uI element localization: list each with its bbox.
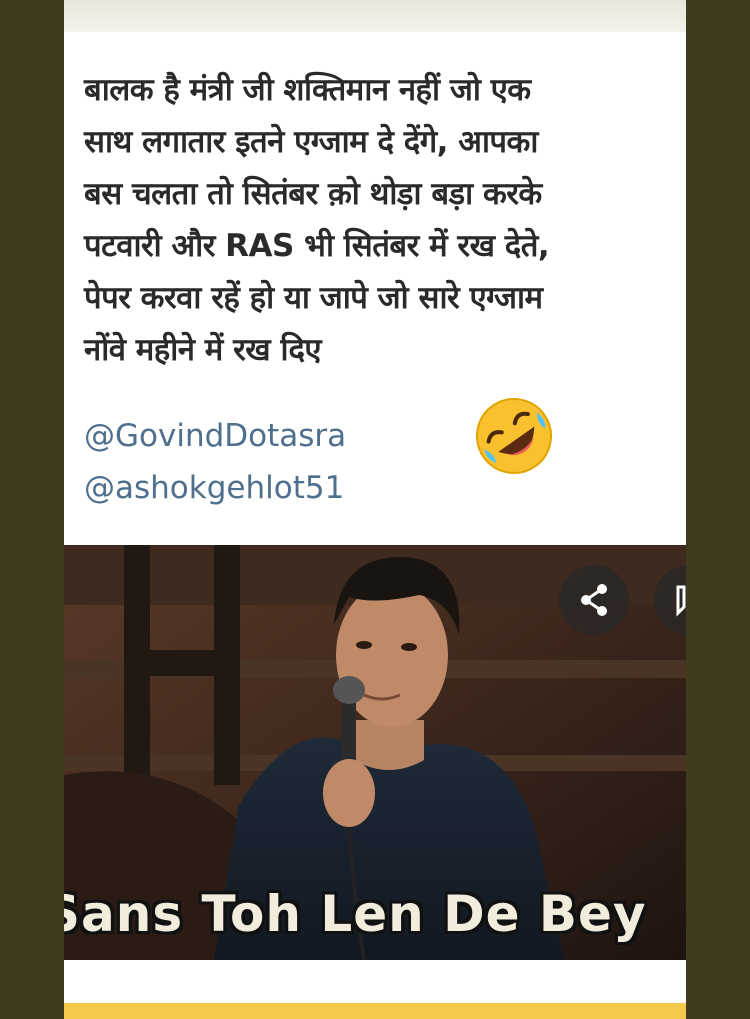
bottom-strip xyxy=(64,1003,686,1019)
rolling-on-floor-laughing-icon xyxy=(476,398,552,474)
post-line: बालक है मंत्री जी शक्तिमान नहीं जो एक xyxy=(84,72,531,108)
post-line: पटवारी और RAS भी सितंबर में रख देते, xyxy=(84,228,550,264)
mention-link[interactable]: @GovindDotasra xyxy=(84,418,346,454)
top-strip xyxy=(64,0,686,32)
post-line: पेपर करवा रहें हो या जापे जो सारे एग्जाम xyxy=(84,280,543,316)
bookmark-button[interactable] xyxy=(654,565,686,635)
post-text: बालक है मंत्री जी शक्तिमान नहीं जो एक सा… xyxy=(84,64,674,376)
mention-link[interactable]: @ashokgehlot51 xyxy=(84,470,344,506)
share-icon xyxy=(581,584,607,616)
right-frame xyxy=(686,0,750,1019)
post-line: साथ लगातार इतने एग्जाम दे देंगे, आपका xyxy=(84,124,538,160)
video-caption: Sans Toh Len De Bey xyxy=(64,885,647,943)
left-frame xyxy=(0,0,64,1019)
video-frame[interactable]: Sans Toh Len De Bey xyxy=(64,545,686,960)
bookmark-icon xyxy=(676,585,686,617)
post-line: नोंवे महीने में रख दिए xyxy=(84,332,322,368)
post-card: बालक है मंत्री जी शक्तिमान नहीं जो एक सा… xyxy=(64,0,686,1019)
share-button[interactable] xyxy=(559,565,629,635)
post-line: बस चलता तो सितंबर क़ो थोड़ा बड़ा करके xyxy=(84,176,542,212)
